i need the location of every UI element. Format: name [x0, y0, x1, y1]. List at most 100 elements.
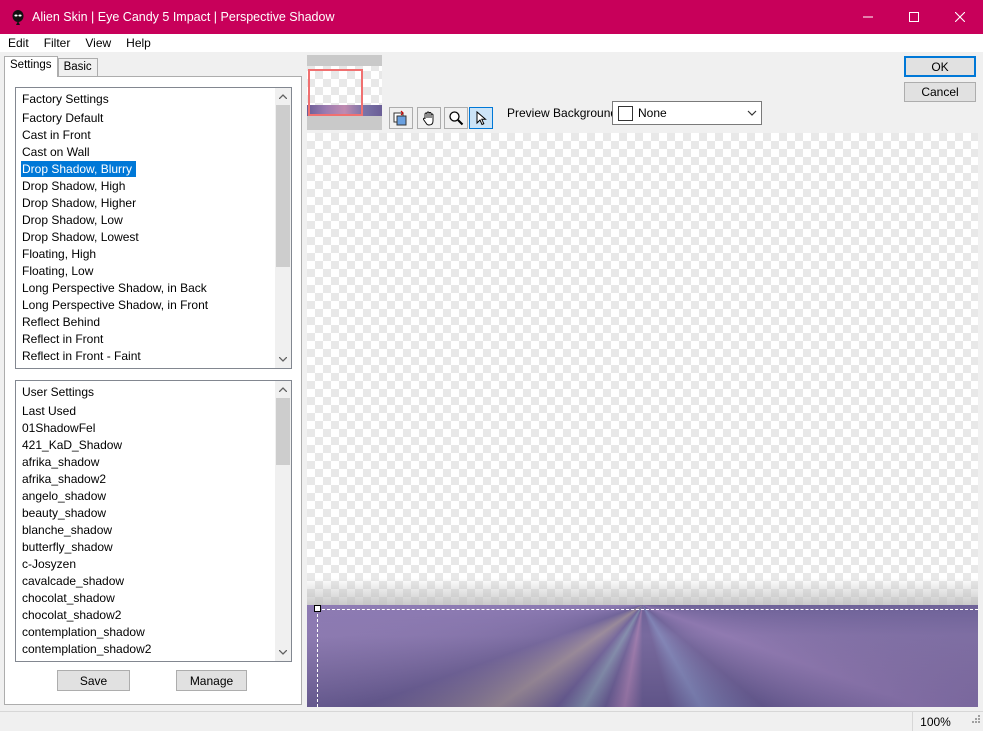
list-item-label: Drop Shadow, Blurry	[21, 161, 137, 177]
list-item[interactable]: Last Used	[16, 403, 291, 420]
list-item-label: butterfly_shadow	[22, 540, 113, 554]
list-item-label: Reflect in Front - Faint	[22, 349, 141, 363]
close-button[interactable]	[937, 0, 983, 34]
list-item-label: Reflect Behind	[22, 315, 101, 329]
zoom-level: 100%	[912, 712, 958, 731]
preview-background-value: None	[638, 106, 667, 120]
factory-settings-scrollbar[interactable]	[275, 88, 291, 368]
factory-settings-header: Factory Settings	[22, 92, 109, 106]
save-button[interactable]: Save	[57, 670, 130, 691]
preview-canvas[interactable]	[307, 133, 978, 707]
selection-handle[interactable]	[314, 605, 321, 612]
list-item[interactable]: c-Josyzen	[16, 556, 291, 573]
scroll-up-icon[interactable]	[275, 381, 291, 398]
scroll-thumb[interactable]	[276, 398, 290, 465]
menu-filter[interactable]: Filter	[36, 36, 78, 50]
list-item[interactable]: blanche_shadow	[16, 522, 291, 539]
menu-help[interactable]: Help	[118, 36, 158, 50]
pointer-tool-button[interactable]	[469, 107, 493, 129]
list-item-label: Reflect in Front	[22, 332, 104, 346]
list-item-label: c-Josyzen	[22, 557, 77, 571]
menu-view[interactable]: View	[77, 36, 118, 50]
preview-background-dropdown[interactable]: None	[612, 101, 762, 125]
list-item[interactable]: Reflect in Front - Faint	[16, 348, 291, 365]
list-item[interactable]: Reflect Behind	[16, 314, 291, 331]
factory-settings-list[interactable]: Factory Settings Factory Default Cast in …	[15, 87, 292, 369]
list-item[interactable]: Drop Shadow, Lowest	[16, 229, 291, 246]
list-item[interactable]: 421_KaD_Shadow	[16, 437, 291, 454]
list-item[interactable]: 01ShadowFel	[16, 420, 291, 437]
tab-basic[interactable]: Basic	[57, 58, 98, 76]
list-item[interactable]: Long Perspective Shadow, in Front	[16, 297, 291, 314]
user-settings-scrollbar[interactable]	[275, 381, 291, 661]
list-item-label: chocolat_shadow	[22, 591, 115, 605]
navigator-pan-tool-button[interactable]	[389, 107, 413, 129]
scroll-down-icon[interactable]	[275, 644, 291, 661]
window-title: Alien Skin | Eye Candy 5 Impact | Perspe…	[32, 10, 335, 24]
list-item[interactable]: contemplation_shadow2	[16, 641, 291, 658]
menu-edit[interactable]: Edit	[0, 36, 36, 50]
list-item-label: Long Perspective Shadow, in Front	[22, 298, 209, 312]
resize-grip-icon[interactable]	[969, 714, 981, 729]
list-item[interactable]: afrika_shadow2	[16, 471, 291, 488]
list-item[interactable]: afrika_shadow	[16, 454, 291, 471]
maximize-button[interactable]	[891, 0, 937, 34]
scroll-up-icon[interactable]	[275, 88, 291, 105]
minimize-button[interactable]	[845, 0, 891, 34]
user-settings-list[interactable]: User Settings Last Used 01ShadowFel 421_Ka…	[15, 380, 292, 662]
list-item-label: angelo_shadow	[22, 489, 107, 503]
list-item[interactable]: Long Perspective Shadow, in Back	[16, 280, 291, 297]
list-item[interactable]: chocolat_shadow	[16, 590, 291, 607]
list-item[interactable]: Cast on Wall	[16, 144, 291, 161]
hand-icon	[423, 111, 434, 126]
list-item-label: Floating, High	[22, 247, 97, 261]
list-item[interactable]: beauty_shadow	[16, 505, 291, 522]
menu-bar: Edit Filter View Help	[0, 34, 983, 53]
list-item-label: Drop Shadow, Lowest	[22, 230, 139, 244]
list-item[interactable]: butterfly_shadow	[16, 539, 291, 556]
zoom-tool-button[interactable]	[444, 107, 468, 129]
navigator-view-rectangle[interactable]	[308, 69, 363, 116]
manage-button[interactable]: Manage	[176, 670, 247, 691]
selection-marquee[interactable]	[317, 609, 978, 707]
list-item-label: Drop Shadow, Higher	[22, 196, 137, 210]
pointer-icon	[476, 110, 487, 126]
list-item-label: beauty_shadow	[22, 506, 107, 520]
minimize-icon	[863, 16, 873, 18]
ok-button[interactable]: OK	[904, 56, 976, 77]
list-item[interactable]: Drop Shadow, High	[16, 178, 291, 195]
list-item-label: Last Used	[22, 404, 77, 418]
list-item[interactable]: chocolat_shadow2	[16, 607, 291, 624]
list-item[interactable]: Floating, Low	[16, 263, 291, 280]
list-item[interactable]: Factory Default	[16, 110, 291, 127]
list-item[interactable]: Floating, High	[16, 246, 291, 263]
color-swatch	[618, 105, 633, 121]
list-item[interactable]: angelo_shadow	[16, 488, 291, 505]
list-item[interactable]: Cast in Front	[16, 127, 291, 144]
navigator-thumbnail[interactable]	[307, 55, 382, 130]
list-item-label: Cast on Wall	[22, 145, 90, 159]
tab-strip: Settings Basic	[4, 56, 98, 77]
list-item[interactable]: Drop Shadow, Low	[16, 212, 291, 229]
list-item-label: 01ShadowFel	[22, 421, 96, 435]
list-item[interactable]: Drop Shadow, Blurry	[16, 161, 291, 178]
preview-shadow-fade	[307, 578, 978, 608]
list-item-label: blanche_shadow	[22, 523, 113, 537]
list-item-label: cavalcade_shadow	[22, 574, 125, 588]
hand-tool-button[interactable]	[417, 107, 441, 129]
close-icon	[955, 12, 965, 22]
tab-settings[interactable]: Settings	[4, 56, 58, 77]
list-item[interactable]: Reflect in Front	[16, 331, 291, 348]
status-bar	[0, 711, 983, 731]
list-item-label: contemplation_shadow2	[22, 642, 152, 656]
scroll-down-icon[interactable]	[275, 351, 291, 368]
list-item[interactable]: contemplation_shadow	[16, 624, 291, 641]
scroll-thumb[interactable]	[276, 105, 290, 267]
alien-skin-logo-icon	[10, 9, 26, 25]
list-item[interactable]: cavalcade_shadow	[16, 573, 291, 590]
navigator-pan-icon	[393, 110, 407, 126]
list-item-label: contemplation_shadow	[22, 625, 145, 639]
cancel-button[interactable]: Cancel	[904, 82, 976, 102]
list-item[interactable]: Drop Shadow, Higher	[16, 195, 291, 212]
chevron-down-icon	[747, 107, 757, 121]
